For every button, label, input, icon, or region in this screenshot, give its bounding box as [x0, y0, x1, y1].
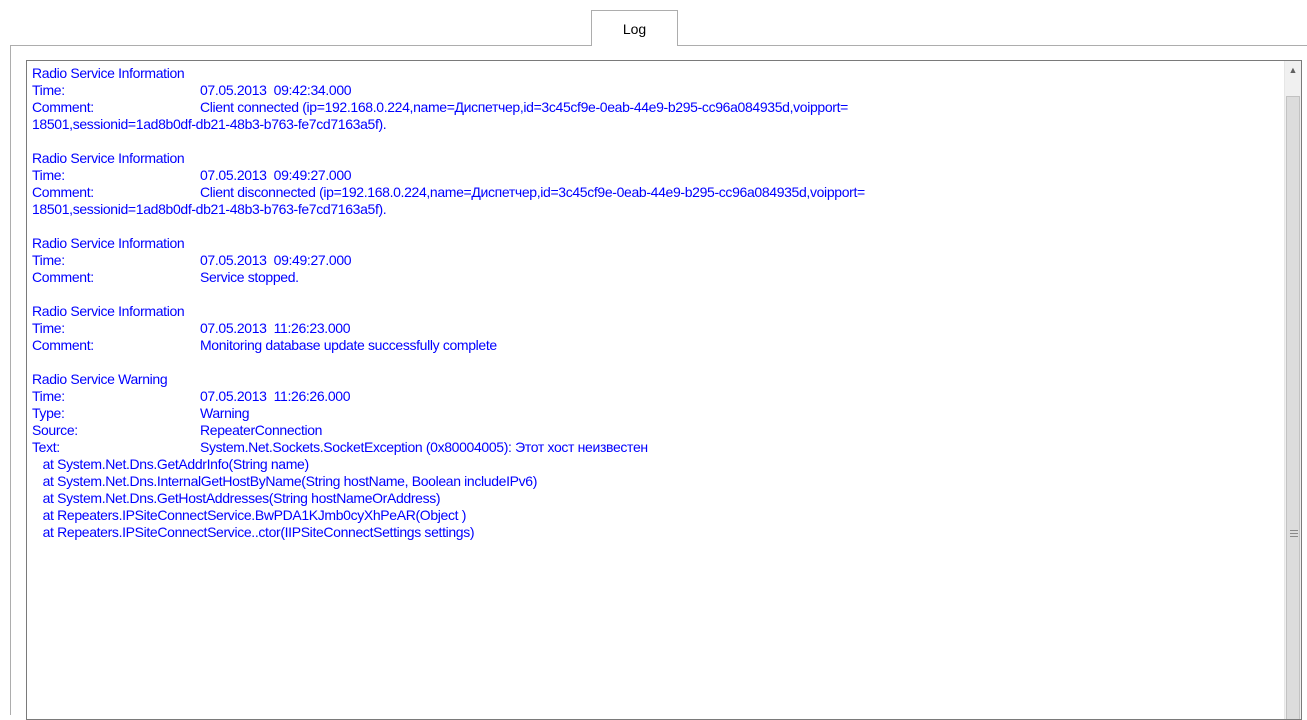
- log-field-key: Text:: [32, 439, 60, 455]
- log-field-key: Comment:: [32, 337, 94, 353]
- log-field-value: Service stopped.: [200, 269, 299, 285]
- log-field-value: 07.05.2013 09:49:27.000: [200, 252, 352, 268]
- log-field-value: System.Net.Sockets.SocketException (0x80…: [200, 439, 648, 455]
- log-textbox[interactable]: Radio Service Information Time: 07.05.2013…: [26, 60, 1302, 720]
- log-field-row: Time: 07.05.2013 09:49:27.000: [32, 252, 1276, 269]
- log-entry: Radio Service Warning Time: 07.05.2013 11:…: [32, 371, 1276, 541]
- stack-trace-line: at System.Net.Dns.GetAddrInfo(String nam…: [32, 456, 310, 472]
- log-field-row: Comment: Service stopped.: [32, 269, 1276, 286]
- log-field-row: Time: 07.05.2013 11:26:23.000: [32, 320, 1276, 337]
- scroll-up-icon[interactable]: ▲: [1285, 61, 1301, 78]
- log-field-key: Comment:: [32, 269, 94, 285]
- log-entry-header: Radio Service Information: [32, 235, 185, 251]
- log-field-key: Time:: [32, 388, 65, 404]
- log-field-value: Monitoring database update successfully …: [200, 337, 497, 353]
- log-field-key: Time:: [32, 82, 65, 98]
- log-field-row: Comment: Client connected (ip=192.168.0.2…: [32, 99, 1276, 116]
- log-field-key: Time:: [32, 252, 65, 268]
- tab-log[interactable]: Log: [591, 10, 678, 46]
- log-field-value: Client connected (ip=192.168.0.224,name=…: [200, 99, 848, 115]
- log-entry-header: Radio Service Information: [32, 303, 185, 319]
- log-field-row: Type: Warning: [32, 405, 1276, 422]
- stack-trace-line: at System.Net.Dns.InternalGetHostByName(…: [32, 473, 538, 489]
- tab-log-label: Log: [622, 20, 647, 37]
- log-field-row: Comment: Client disconnected (ip=192.168.…: [32, 184, 1276, 201]
- log-field-key: Comment:: [32, 99, 94, 115]
- log-field-row: Time: 07.05.2013 11:26:26.000: [32, 388, 1276, 405]
- log-entry: Radio Service Information Time: 07.05.2013…: [32, 303, 1276, 354]
- log-field-value: 07.05.2013 09:49:27.000: [200, 167, 352, 183]
- log-field-row: Text: System.Net.Sockets.SocketException …: [32, 439, 1276, 456]
- stack-trace-line: at System.Net.Dns.GetHostAddresses(Strin…: [32, 490, 441, 506]
- log-field-value: 07.05.2013 09:42:34.000: [200, 82, 352, 98]
- log-wrapped-line: 18501,sessionid=1ad8b0df-db21-48b3-b763-…: [32, 201, 387, 217]
- log-content: Radio Service Information Time: 07.05.2013…: [32, 65, 1276, 558]
- log-field-key: Time:: [32, 167, 65, 183]
- tab-strip: Log: [0, 0, 1307, 46]
- vertical-scrollbar[interactable]: ▲: [1284, 61, 1301, 719]
- log-field-row: Time: 07.05.2013 09:49:27.000: [32, 167, 1276, 184]
- log-entry-header: Radio Service Information: [32, 65, 185, 81]
- log-field-key: Comment:: [32, 184, 94, 200]
- grip-lines-icon: [1290, 530, 1298, 537]
- scrollbar-thumb[interactable]: [1286, 96, 1300, 719]
- log-entry: Radio Service Information Time: 07.05.2013…: [32, 65, 1276, 133]
- log-field-value: Client disconnected (ip=192.168.0.224,na…: [200, 184, 865, 200]
- log-field-row: Comment: Monitoring database update succe…: [32, 337, 1276, 354]
- log-field-value: Warning: [200, 405, 250, 421]
- stack-trace-line: at Repeaters.IPSiteConnectService.BwPDA1…: [32, 507, 467, 523]
- log-field-value: 07.05.2013 11:26:23.000: [200, 320, 351, 336]
- log-field-row: Time: 07.05.2013 09:42:34.000: [32, 82, 1276, 99]
- log-field-key: Source:: [32, 422, 78, 438]
- stack-trace-line: at Repeaters.IPSiteConnectService..ctor(…: [32, 524, 475, 540]
- log-entry-header: Radio Service Information: [32, 150, 185, 166]
- log-field-row: Source: RepeaterConnection: [32, 422, 1276, 439]
- log-field-key: Type:: [32, 405, 65, 421]
- log-entry: Radio Service Information Time: 07.05.2013…: [32, 235, 1276, 286]
- log-field-value: 07.05.2013 11:26:26.000: [200, 388, 351, 404]
- log-entry-header: Radio Service Warning: [32, 371, 168, 387]
- log-entry: Radio Service Information Time: 07.05.2013…: [32, 150, 1276, 218]
- log-field-key: Time:: [32, 320, 65, 336]
- log-wrapped-line: 18501,sessionid=1ad8b0df-db21-48b3-b763-…: [32, 116, 387, 132]
- log-field-value: RepeaterConnection: [200, 422, 323, 438]
